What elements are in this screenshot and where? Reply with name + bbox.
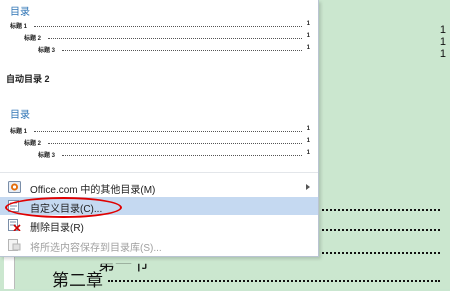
- vertical-ruler: [4, 256, 15, 289]
- office-more-toc-label: Office.com 中的其他目录(M): [30, 185, 156, 196]
- toc-preview-row: 标题 1 1: [10, 21, 310, 30]
- toc-preview-row: 标题 3 1: [38, 150, 310, 159]
- save-to-toc-gallery-label: 将所选内容保存到目录库(S)...: [30, 243, 162, 254]
- toc-page-number: 1: [439, 48, 446, 60]
- toc-gallery-item-2[interactable]: 目录 标题 1 1 标题 2 1 标题 3 1: [0, 102, 318, 168]
- save-selection-icon: [8, 239, 21, 251]
- office-more-toc-item[interactable]: Office.com 中的其他目录(M): [0, 178, 318, 196]
- submenu-arrow-icon: [306, 184, 310, 190]
- toc-leader-dots: [322, 229, 440, 231]
- toc-preview-row: 标题 1 1: [10, 126, 310, 135]
- gallery-divider: [0, 172, 318, 173]
- toc-preview-heading: 目录: [10, 7, 30, 18]
- toc-dropdown-panel: 目录 标题 1 1 标题 2 1 标题 3 1 自动目录 2 目录 标题 1 1…: [0, 0, 319, 257]
- office-globe-icon: [8, 181, 21, 193]
- toc-preview-heading: 目录: [10, 110, 30, 121]
- toc-gallery-item-1[interactable]: 目录 标题 1 1 标题 2 1 标题 3 1: [0, 0, 318, 62]
- toc-preview-row: 标题 3 1: [38, 45, 310, 54]
- highlight-annotation-oval: [5, 197, 122, 218]
- doc-heading-chapter-two: 第二章: [52, 271, 103, 291]
- toc-leader-dots: [322, 252, 440, 254]
- toc-leader-dots: [108, 280, 440, 282]
- remove-toc-label: 删除目录(R): [30, 223, 84, 234]
- toc-preview-row: 标题 2 1: [24, 138, 310, 147]
- toc-page-number: 1: [439, 36, 446, 48]
- toc-leader-dots: [322, 209, 440, 211]
- gallery-item-title: 自动目录 2: [6, 74, 50, 84]
- toc-preview-row: 标题 2 1: [24, 33, 310, 42]
- toc-page-number: 1: [439, 24, 446, 36]
- remove-toc-icon: [8, 219, 21, 232]
- save-to-toc-gallery-item[interactable]: 将所选内容保存到目录库(S)...: [0, 236, 318, 254]
- remove-toc-item[interactable]: 删除目录(R): [0, 216, 318, 234]
